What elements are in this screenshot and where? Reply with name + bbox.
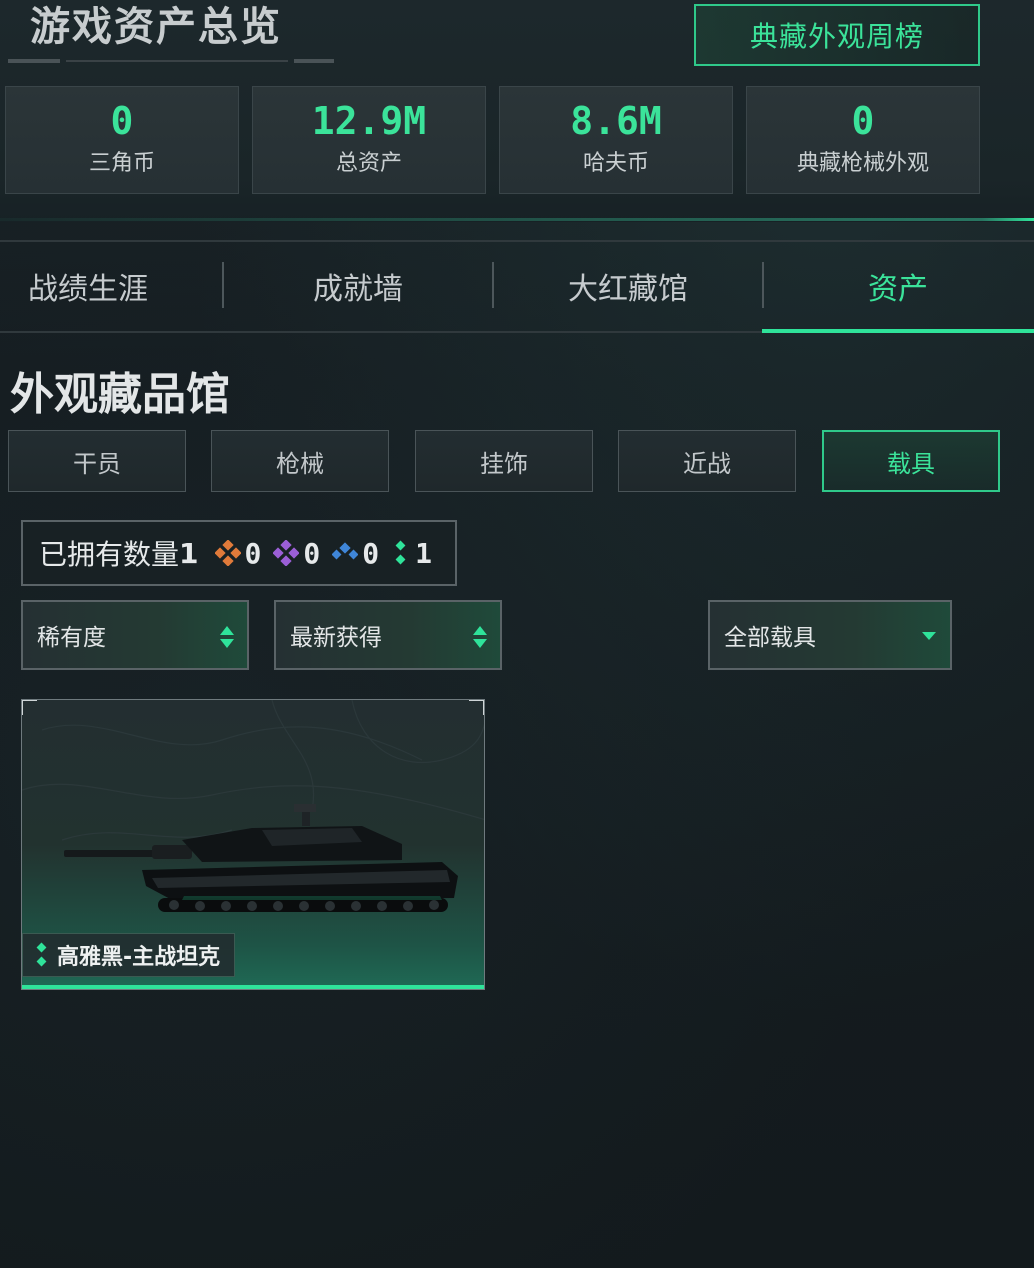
- vehicle-type-dropdown[interactable]: 全部载具: [708, 600, 952, 670]
- tab-achievements[interactable]: 成就墙: [224, 242, 492, 330]
- stat-value: 12.9M: [311, 99, 427, 143]
- blue-gem-icon: 0: [332, 537, 379, 570]
- vehicle-type-label: 全部载具: [724, 625, 816, 651]
- main-battle-tank-image: [64, 804, 458, 912]
- category-melee[interactable]: 近战: [618, 430, 796, 492]
- stat-card-collection-skins: 0 典藏枪械外观: [746, 86, 980, 194]
- tab-assets[interactable]: 资产: [764, 242, 1032, 330]
- acquired-sort-dropdown[interactable]: 最新获得: [274, 600, 502, 670]
- header-divider: [0, 218, 1034, 221]
- item-name-label: 高雅黑-主战坦克: [22, 933, 236, 977]
- stat-label: 典藏枪械外观: [796, 151, 929, 176]
- owned-label: 已拥有数量: [39, 538, 180, 571]
- vehicle-skin-card[interactable]: 高雅黑-主战坦克: [21, 699, 485, 990]
- green-gem-count: 1: [415, 536, 432, 570]
- owned-count: 1: [179, 536, 199, 570]
- orange-gem-icon: 0: [214, 536, 262, 570]
- stat-label: 总资产: [335, 151, 402, 176]
- collection-weekly-rank-button[interactable]: 典藏外观周榜: [694, 4, 980, 66]
- category-firearms[interactable]: 枪械: [211, 430, 389, 492]
- category-charms[interactable]: 挂饰: [415, 430, 593, 492]
- stat-card-haf-coin: 8.6M 哈夫币: [499, 86, 733, 194]
- tab-red-collection[interactable]: 大红藏馆: [494, 242, 762, 330]
- blue-gem-count: 0: [362, 536, 380, 570]
- green-gem-icon: 1: [391, 537, 432, 570]
- section-title: 外观藏品馆: [10, 369, 230, 420]
- green-rarity-icon: [36, 942, 47, 967]
- chevron-down-icon: [922, 632, 936, 640]
- rarity-bar: [22, 985, 484, 989]
- category-operator[interactable]: 干员: [8, 430, 186, 492]
- acquired-sort-label: 最新获得: [290, 625, 382, 651]
- rarity-sort-dropdown[interactable]: 稀有度: [21, 600, 249, 670]
- rarity-sort-label: 稀有度: [37, 625, 106, 651]
- purple-gem-icon: 0: [273, 537, 320, 570]
- stat-value: 0: [110, 99, 134, 143]
- stat-label: 三角币: [88, 151, 155, 176]
- stat-label: 哈夫币: [582, 151, 649, 176]
- item-name: 高雅黑-主战坦克: [57, 945, 221, 970]
- active-tab-indicator: [762, 329, 1034, 333]
- stat-card-triangle-coin: 0 三角币: [5, 86, 239, 194]
- owned-count-panel: 已拥有数量 1 0 0 0 1: [21, 520, 457, 586]
- title-underline: [8, 59, 334, 64]
- stat-value: 8.6M: [570, 99, 662, 143]
- tab-career[interactable]: 战绩生涯: [0, 242, 176, 330]
- page-title: 游戏资产总览: [30, 4, 282, 50]
- orange-gem-count: 0: [244, 536, 262, 570]
- sort-updown-icon: [473, 626, 487, 648]
- category-vehicles[interactable]: 载具: [822, 430, 1000, 492]
- stat-card-total-assets: 12.9M 总资产: [252, 86, 486, 194]
- sort-updown-icon: [220, 626, 234, 648]
- stat-value: 0: [851, 99, 875, 143]
- purple-gem-count: 0: [303, 536, 321, 570]
